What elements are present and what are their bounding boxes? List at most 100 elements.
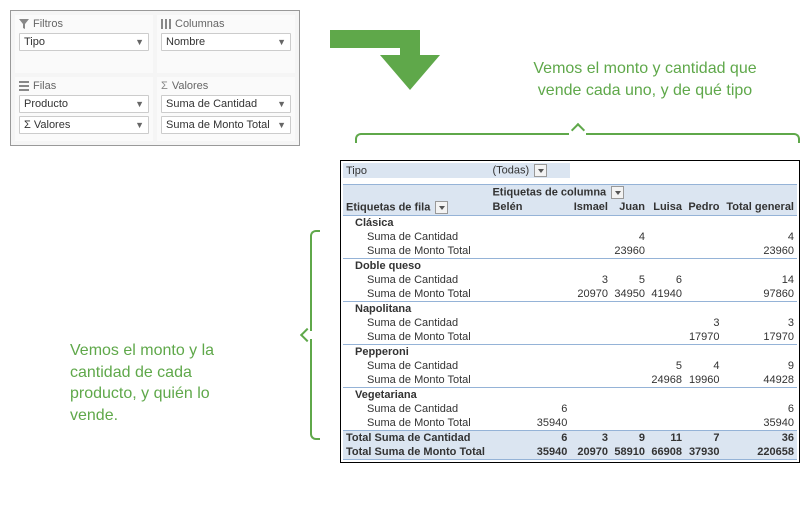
cell: 3 [570, 273, 611, 287]
field-item-suma-monto[interactable]: Suma de Monto Total ▼ [161, 116, 291, 134]
cell [685, 244, 723, 259]
cell: 35940 [723, 416, 797, 431]
columns-zone[interactable]: Columnas Nombre ▼ [157, 15, 295, 73]
measure-label: Suma de Monto Total [343, 330, 489, 345]
field-item-producto[interactable]: Producto ▼ [19, 95, 149, 113]
values-zone[interactable]: Σ Valores Suma de Cantidad ▼ Suma de Mon… [157, 77, 295, 141]
field-item-label: Suma de Cantidad [166, 98, 257, 110]
field-item-label: Tipo [24, 36, 45, 48]
cell: 23960 [723, 244, 797, 259]
cell: 66908 [648, 445, 685, 460]
flow-arrow-icon [330, 10, 460, 90]
measure-label: Suma de Monto Total [343, 416, 489, 431]
group-name: Napolitana [343, 301, 489, 316]
col-header: Juan [611, 200, 648, 216]
row-labels-title: Etiquetas de fila [346, 201, 430, 213]
columns-icon [161, 19, 171, 29]
cell [648, 244, 685, 259]
grand-total-monto-row: Total Suma de Monto Total 35940 20970 58… [343, 445, 797, 460]
cell: 5 [648, 359, 685, 373]
cell: 4 [723, 230, 797, 244]
field-item-sigma-valores[interactable]: Σ Valores ▼ [19, 116, 149, 134]
group-monto-row: Suma de Monto Total20970349504194097860 [343, 287, 797, 302]
cell: 220658 [723, 445, 797, 460]
row-labels-title-cell[interactable]: Etiquetas de fila [343, 200, 489, 216]
group-header-row: Napolitana [343, 301, 797, 316]
field-item-suma-cantidad[interactable]: Suma de Cantidad ▼ [161, 95, 291, 113]
cell [648, 330, 685, 345]
cell: 97860 [723, 287, 797, 302]
cell [570, 416, 611, 431]
caret-down-icon: ▼ [135, 120, 144, 130]
group-header-row: Pepperoni [343, 344, 797, 359]
cell: 23960 [611, 244, 648, 259]
cell [489, 330, 570, 345]
cell [648, 316, 685, 330]
dropdown-icon[interactable] [435, 201, 448, 214]
caret-down-icon: ▼ [135, 99, 144, 109]
cell: 6 [648, 273, 685, 287]
cell: 17970 [723, 330, 797, 345]
cell: 4 [685, 359, 723, 373]
dropdown-icon[interactable] [534, 164, 547, 177]
col-labels-title: Etiquetas de columna [492, 186, 606, 198]
cell: 5 [611, 273, 648, 287]
measure-label: Suma de Cantidad [343, 273, 489, 287]
grand-total-label: Total Suma de Monto Total [343, 445, 489, 460]
group-header-row: Clásica [343, 215, 797, 230]
cell [489, 244, 570, 259]
cell: 24968 [648, 373, 685, 388]
group-name: Clásica [343, 215, 489, 230]
col-header: Belén [489, 200, 570, 216]
cell [685, 416, 723, 431]
cell [685, 230, 723, 244]
filters-zone[interactable]: Filtros Tipo ▼ [15, 15, 153, 73]
cell [611, 359, 648, 373]
rows-zone[interactable]: Filas Producto ▼ Σ Valores ▼ [15, 77, 153, 141]
cell: 4 [611, 230, 648, 244]
col-header: Luisa [648, 200, 685, 216]
filter-value-cell[interactable]: (Todas) [489, 163, 570, 178]
group-monto-row: Suma de Monto Total2396023960 [343, 244, 797, 259]
cell: 6 [489, 430, 570, 445]
cell [570, 316, 611, 330]
annotation-top: Vemos el monto y cantidad que vende cada… [510, 58, 780, 101]
cell: 11 [648, 430, 685, 445]
group-cantidad-row: Suma de Cantidad66 [343, 402, 797, 416]
group-header-row: Vegetariana [343, 387, 797, 402]
caret-down-icon: ▼ [277, 99, 286, 109]
cell: 41940 [648, 287, 685, 302]
pivot-header-row: Etiquetas de fila Belén Ismael Juan Luis… [343, 200, 797, 216]
measure-label: Suma de Cantidad [343, 230, 489, 244]
cell: 3 [723, 316, 797, 330]
group-name: Pepperoni [343, 344, 489, 359]
cell [570, 359, 611, 373]
cell: 35940 [489, 416, 570, 431]
cell [570, 402, 611, 416]
cell: 9 [611, 430, 648, 445]
measure-label: Suma de Monto Total [343, 287, 489, 302]
filter-icon [19, 19, 29, 29]
cell: 35940 [489, 445, 570, 460]
cell [648, 416, 685, 431]
sigma-icon: Σ [161, 80, 168, 92]
col-labels-title-cell[interactable]: Etiquetas de columna [489, 184, 797, 200]
dropdown-icon[interactable] [611, 186, 624, 199]
cell [570, 244, 611, 259]
filter-field-cell[interactable]: Tipo [343, 163, 489, 178]
field-item-label: Σ Valores [24, 119, 70, 131]
cell: 20970 [570, 445, 611, 460]
group-cantidad-row: Suma de Cantidad549 [343, 359, 797, 373]
field-item-tipo[interactable]: Tipo ▼ [19, 33, 149, 51]
cell [611, 402, 648, 416]
values-label: Valores [172, 80, 208, 92]
cell [685, 273, 723, 287]
cell: 58910 [611, 445, 648, 460]
measure-label: Suma de Cantidad [343, 316, 489, 330]
cell: 7 [685, 430, 723, 445]
field-item-nombre[interactable]: Nombre ▼ [161, 33, 291, 51]
cell: 14 [723, 273, 797, 287]
field-item-label: Suma de Monto Total [166, 119, 270, 131]
cell [489, 273, 570, 287]
cell: 20970 [570, 287, 611, 302]
